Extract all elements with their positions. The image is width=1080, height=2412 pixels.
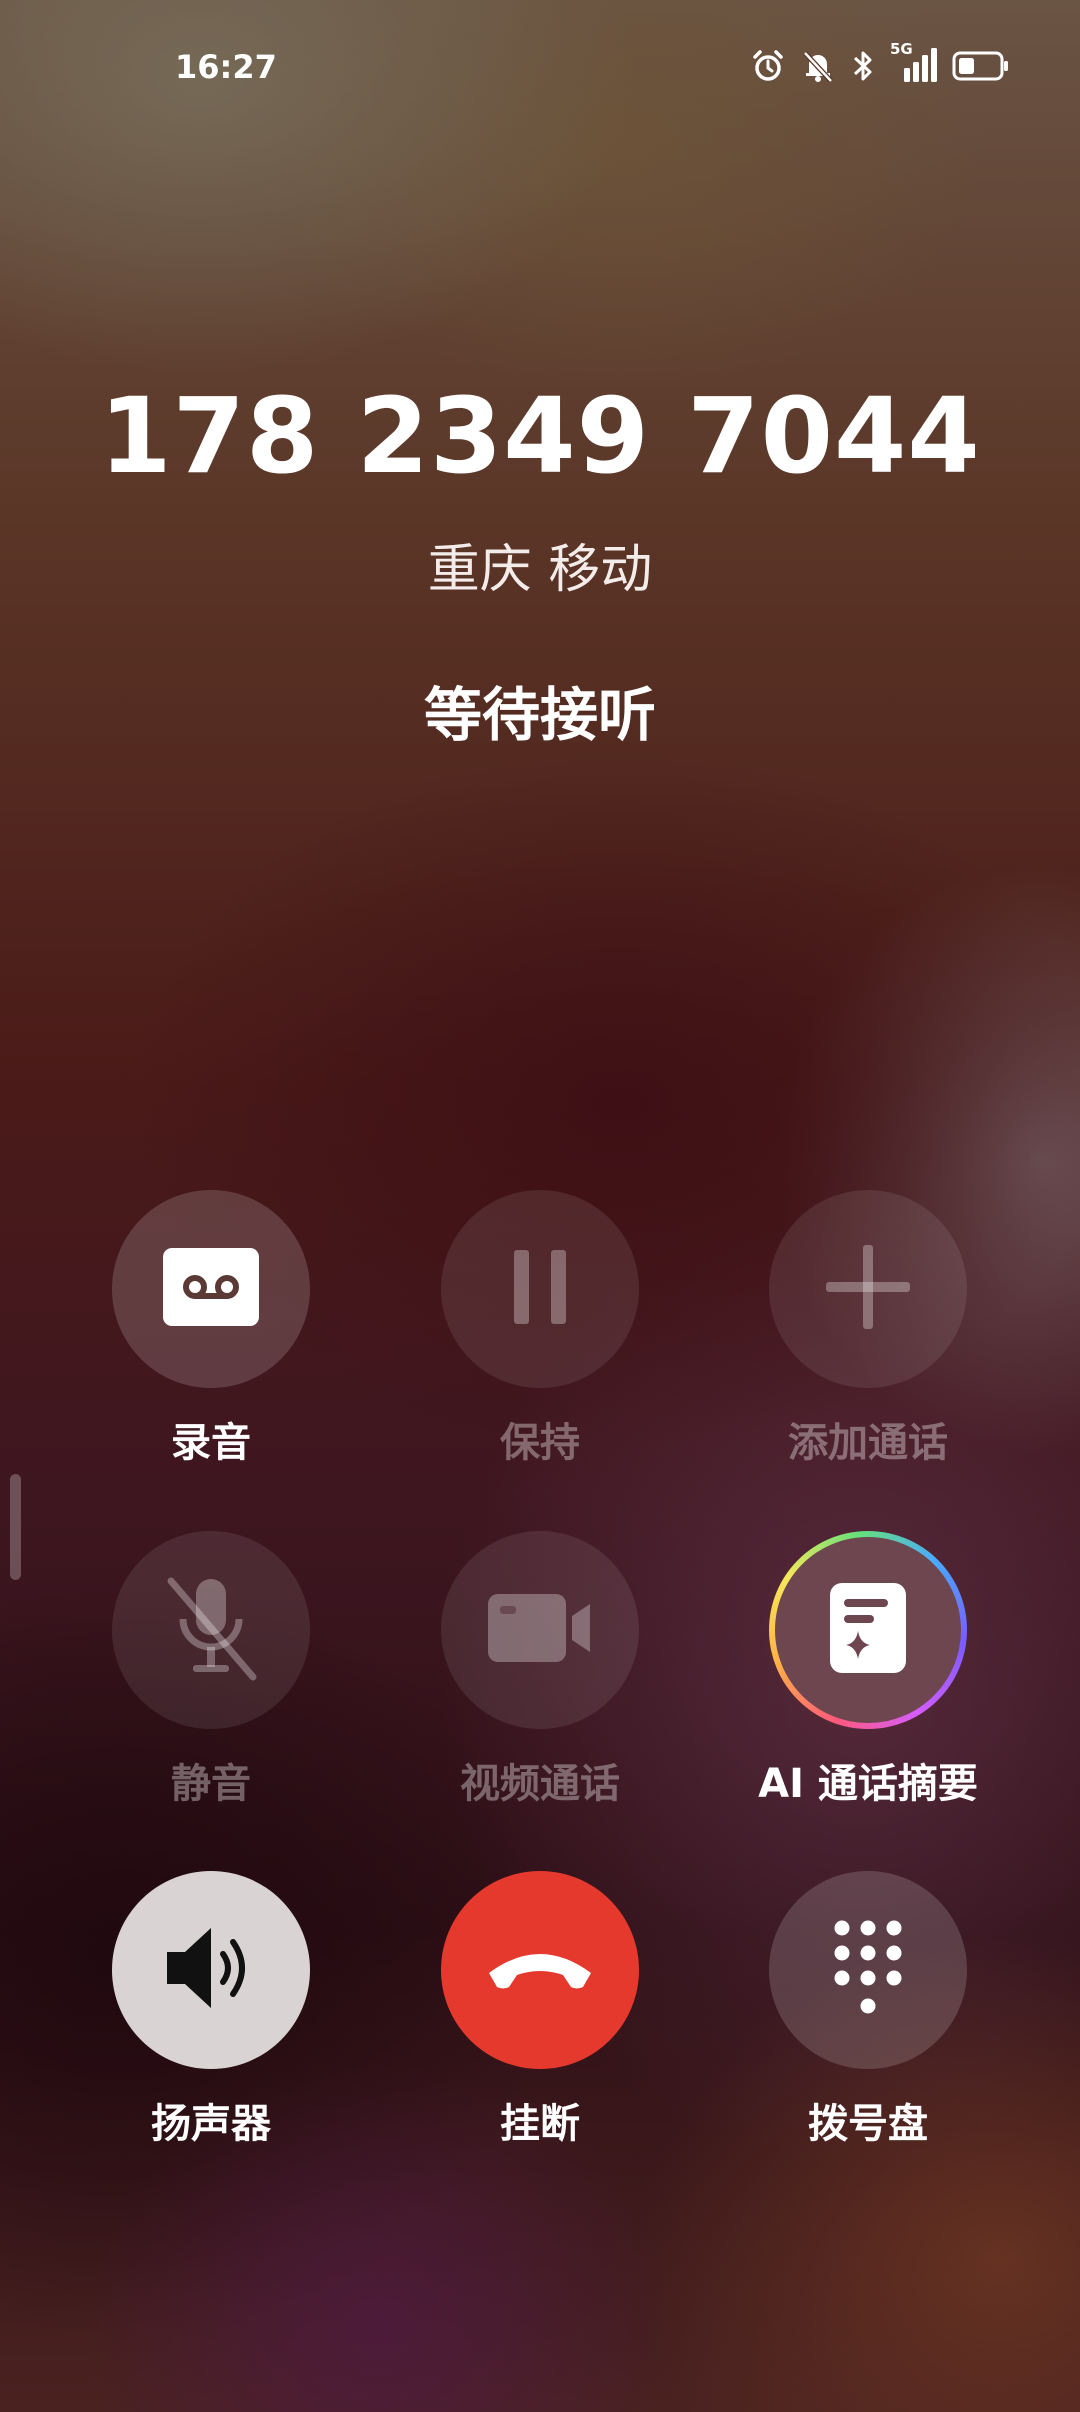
ai-summary-label: AI 通话摘要 xyxy=(758,1761,978,1807)
speaker-button[interactable] xyxy=(112,1871,310,2069)
cassette-icon xyxy=(163,1248,259,1330)
hang-up-label: 挂断 xyxy=(500,2101,580,2147)
speaker-icon xyxy=(161,1918,261,2022)
hold-action[interactable]: 保持 xyxy=(375,1190,705,1468)
add-call-button[interactable] xyxy=(769,1190,967,1388)
hang-up-action[interactable]: 挂断 xyxy=(375,1871,705,2149)
mic-off-icon xyxy=(161,1573,261,1687)
pause-icon xyxy=(510,1250,570,1328)
ai-note-icon xyxy=(830,1583,906,1677)
call-status: 等待接听 xyxy=(423,681,656,749)
signal-icon: 5G xyxy=(890,40,938,86)
alarm-icon xyxy=(750,48,786,84)
speaker-action[interactable]: 扬声器 xyxy=(46,1871,376,2149)
ai-summary-button[interactable] xyxy=(769,1531,967,1729)
mute-action[interactable]: 静音 xyxy=(46,1531,376,1809)
ai-summary-action[interactable]: AI 通话摘要 xyxy=(703,1531,1033,1809)
video-call-button[interactable] xyxy=(441,1531,639,1729)
bluetooth-icon xyxy=(850,48,876,84)
caller-number: 178 2349 7044 xyxy=(99,375,981,497)
record-label: 录音 xyxy=(171,1420,251,1466)
mute-button[interactable] xyxy=(112,1531,310,1729)
record-action[interactable]: 录音 xyxy=(46,1190,376,1468)
status-time: 16:27 xyxy=(175,48,277,86)
hold-label: 保持 xyxy=(500,1420,580,1466)
hold-button[interactable] xyxy=(441,1190,639,1388)
status-icons: 5G xyxy=(750,40,1010,86)
side-edge-handle[interactable] xyxy=(10,1474,21,1580)
plus-icon xyxy=(826,1245,910,1333)
video-call-action[interactable]: 视频通话 xyxy=(375,1531,705,1809)
phone-hangup-icon xyxy=(485,1943,595,1997)
video-camera-icon xyxy=(488,1592,592,1668)
caller-location: 重庆 移动 xyxy=(427,540,653,600)
add-call-label: 添加通话 xyxy=(788,1420,948,1466)
keypad-action[interactable]: 拨号盘 xyxy=(703,1871,1033,2149)
mute-bell-icon xyxy=(800,48,836,84)
mute-label: 静音 xyxy=(171,1761,251,1807)
incoming-call-screen: 16:27 5G 178 2349 7044 重庆 移动 等待接听 录音 保持 … xyxy=(0,0,1080,2412)
keypad-button[interactable] xyxy=(769,1871,967,2069)
record-button[interactable] xyxy=(112,1190,310,1388)
battery-icon xyxy=(952,50,1010,82)
dialpad-icon xyxy=(832,1920,904,2020)
hang-up-button[interactable] xyxy=(441,1871,639,2069)
speaker-label: 扬声器 xyxy=(151,2101,271,2147)
add-call-action[interactable]: 添加通话 xyxy=(703,1190,1033,1468)
keypad-label: 拨号盘 xyxy=(808,2101,928,2147)
video-call-label: 视频通话 xyxy=(460,1761,620,1807)
